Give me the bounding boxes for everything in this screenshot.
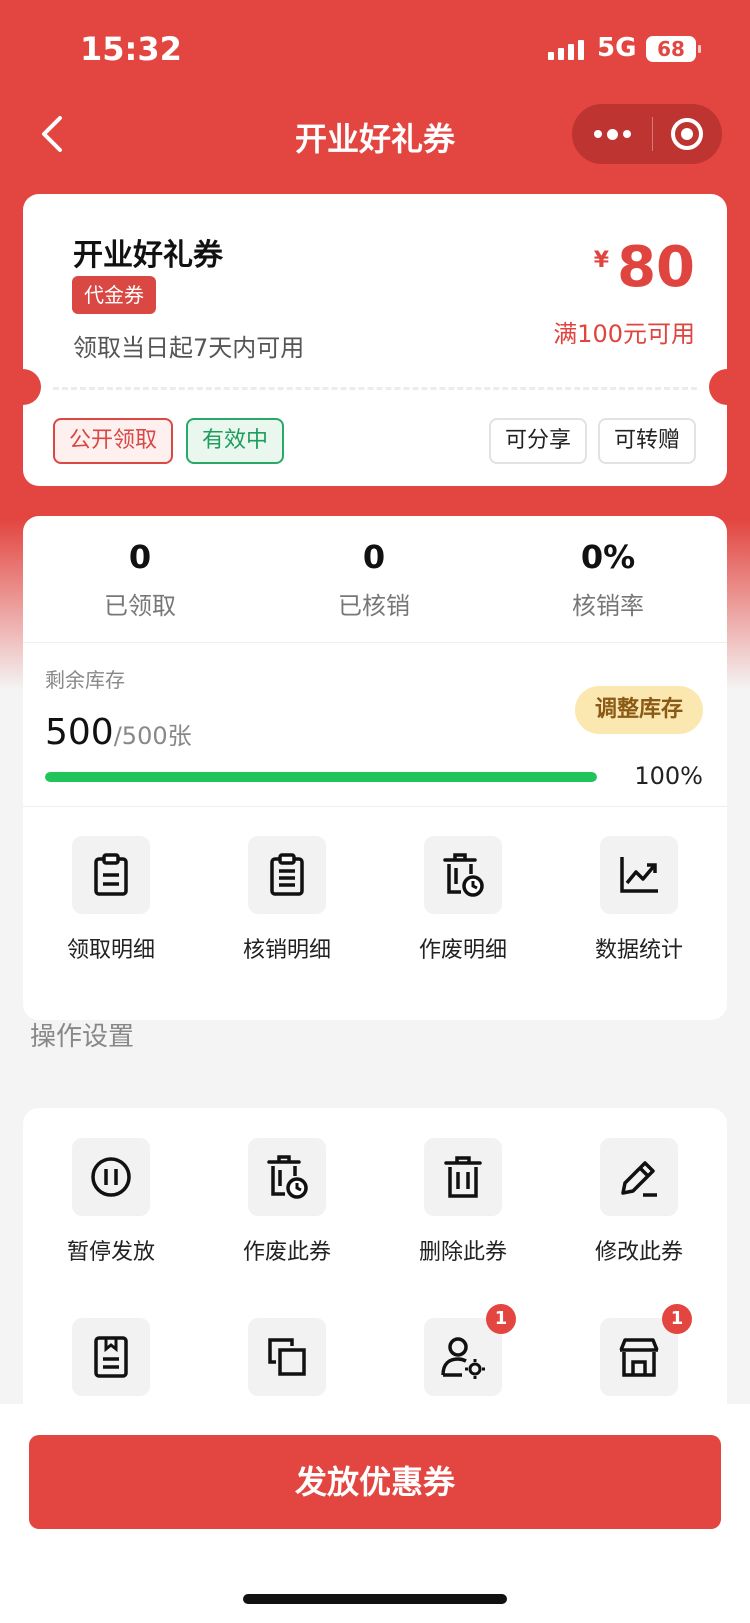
copy-squares-icon <box>248 1318 326 1396</box>
user-settings-icon: 1 <box>424 1304 516 1396</box>
op-bookmark-button[interactable] <box>23 1318 199 1396</box>
pause-issuing-button[interactable]: 暂停发放 <box>23 1138 199 1266</box>
status-badge: 有效中 <box>186 418 285 464</box>
op-label: 修改此券 <box>594 1240 683 1265</box>
coupon-condition: 满100元可用 <box>553 320 695 348</box>
clipboard-icon <box>72 836 150 914</box>
stock-percent: 100% <box>634 762 703 790</box>
issue-coupon-button[interactable]: 发放优惠券 <box>29 1435 721 1529</box>
coupon-name: 开业好礼券 <box>73 238 223 273</box>
bookmark-document-icon <box>72 1318 150 1396</box>
link-label: 作废明细 <box>418 938 507 963</box>
signal-icon <box>548 40 584 60</box>
currency-symbol: ¥ <box>593 248 610 273</box>
document-list-icon <box>248 836 326 914</box>
delete-coupon-button[interactable]: 删除此券 <box>375 1138 551 1266</box>
store-icon: 1 <box>600 1304 692 1396</box>
stock-count: 500/500张 <box>45 712 192 753</box>
operations-row-1: 暂停发放 作废此券 删除此券 修改此券 <box>23 1138 727 1266</box>
detail-links: 领取明细 核销明细 作废明细 数据统计 <box>23 836 727 964</box>
op-label: 删除此券 <box>418 1240 507 1265</box>
op-label: 暂停发放 <box>66 1240 155 1265</box>
status-bar: 15:32 5G 68 <box>0 0 750 96</box>
pause-circle-icon <box>72 1138 150 1216</box>
void-details-link[interactable]: 作废明细 <box>375 836 551 964</box>
section-title-operations: 操作设置 <box>30 1022 135 1052</box>
void-coupon-button[interactable]: 作废此券 <box>199 1138 375 1266</box>
op-user-settings-button[interactable]: 1 <box>375 1304 551 1396</box>
notification-badge: 1 <box>662 1304 692 1334</box>
edit-coupon-button[interactable]: 修改此券 <box>551 1138 727 1266</box>
operations-row-2: 1 1 <box>23 1304 727 1396</box>
chart-trend-icon <box>600 836 678 914</box>
adjust-stock-button[interactable]: 调整库存 <box>574 686 703 734</box>
trash-clock-icon <box>424 836 502 914</box>
amount-value: 80 <box>617 235 695 300</box>
data-statistics-link[interactable]: 数据统计 <box>551 836 727 964</box>
stat-value: 0 <box>128 538 152 576</box>
redeem-details-link[interactable]: 核销明细 <box>199 836 375 964</box>
link-label: 核销明细 <box>242 938 331 963</box>
close-miniprogram-button[interactable] <box>653 104 721 164</box>
home-indicator <box>243 1594 507 1604</box>
public-claim-tag: 公开领取 <box>53 418 174 464</box>
link-label: 领取明细 <box>66 938 155 963</box>
trash-icon <box>424 1138 502 1216</box>
coupon-type-badge: 代金券 <box>72 276 156 314</box>
more-dots-icon <box>593 130 602 138</box>
op-store-button[interactable]: 1 <box>551 1304 727 1396</box>
network-type: 5G <box>597 33 637 63</box>
battery-icon: 68 <box>646 36 701 62</box>
receive-details-link[interactable]: 领取明细 <box>23 836 199 964</box>
transferable-tag[interactable]: 可转赠 <box>597 418 696 464</box>
stat-value: 0 <box>362 538 386 576</box>
status-time: 15:32 <box>80 30 182 68</box>
coupon-notch-right <box>709 369 745 405</box>
coupon-validity: 领取当日起7天内可用 <box>73 334 305 362</box>
stat-label: 已核销 <box>338 592 410 620</box>
coupon-card: 开业好礼券 代金券 领取当日起7天内可用 ¥ 80 满100元可用 公开领取 有… <box>5 194 745 486</box>
notification-badge: 1 <box>486 1304 516 1334</box>
trash-clock-icon <box>248 1138 326 1216</box>
stat-redeemed: 0 已核销 <box>257 538 491 621</box>
op-label: 作废此券 <box>242 1240 331 1265</box>
stat-redemption-rate: 0% 核销率 <box>491 538 725 621</box>
miniprogram-capsule <box>572 104 722 164</box>
more-button[interactable] <box>572 104 652 164</box>
navigation-bar: 开业好礼券 <box>0 96 750 176</box>
link-label: 数据统计 <box>594 938 683 963</box>
bottom-action-bar: 发放优惠券 <box>0 1404 750 1623</box>
pencil-icon <box>600 1138 678 1216</box>
stats-card: 0 已领取 0 已核销 0% 核销率 剩余库存 500/500张 调整库存 10… <box>23 516 727 1020</box>
stat-value: 0% <box>580 538 636 576</box>
stock-total: /500张 <box>113 722 192 750</box>
shareable-tag[interactable]: 可分享 <box>488 418 587 464</box>
target-circle-icon <box>671 118 703 150</box>
coupon-amount: ¥ 80 <box>594 238 695 298</box>
stat-label: 核销率 <box>572 592 644 620</box>
stock-progress-fill <box>45 772 597 782</box>
divider <box>23 642 727 643</box>
stat-label: 已领取 <box>104 592 176 620</box>
op-copy-button[interactable] <box>199 1318 375 1396</box>
stock-label: 剩余库存 <box>45 668 125 692</box>
coupon-notch-left <box>5 369 41 405</box>
stat-received: 0 已领取 <box>23 538 257 621</box>
stock-progress-bar <box>45 772 597 782</box>
coupon-divider <box>53 387 697 390</box>
stock-remaining: 500 <box>45 712 114 753</box>
divider <box>23 806 727 807</box>
